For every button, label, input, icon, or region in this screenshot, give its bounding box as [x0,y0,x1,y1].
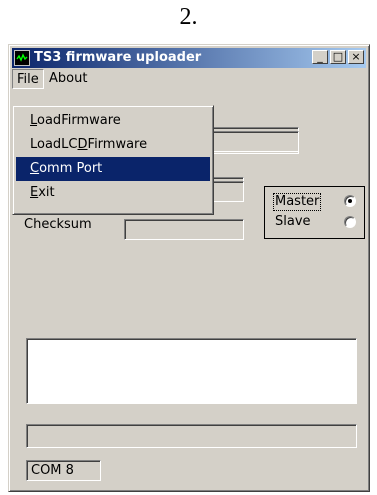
checksum-field[interactable] [124,219,244,240]
radio-selected-dot [348,199,352,203]
menu-bar: File About [12,69,366,89]
progress-bar [26,424,357,448]
master-radio[interactable] [344,195,356,207]
app-window: TS3 firmware uploader _ □ × File About C… [8,44,370,492]
mode-group: Master Slave [264,186,365,239]
master-label[interactable]: Master [273,193,322,211]
checksum-label: Checksum [24,217,92,232]
slave-label[interactable]: Slave [275,214,311,230]
file-menu-dropdown: LoadFirmware LoadLCDFirmware Comm Port E… [12,105,214,215]
app-icon [14,50,30,66]
step-number-label: 2. [179,4,198,30]
menu-item-exit[interactable]: Exit [16,181,210,205]
menu-item-load-firmware[interactable]: LoadFirmware [16,109,210,133]
menu-item-comm-port[interactable]: Comm Port [16,157,210,181]
menu-about[interactable]: About [45,69,91,89]
log-textbox[interactable] [26,338,357,404]
title-bar[interactable]: TS3 firmware uploader _ □ × [12,48,366,68]
minimize-button[interactable]: _ [312,50,328,64]
slave-radio[interactable] [344,216,356,228]
menu-item-load-lcd-firmware[interactable]: LoadLCDFirmware [16,133,210,157]
maximize-button[interactable]: □ [330,50,346,64]
comm-port-status: COM 8 [31,463,74,478]
window-title: TS3 firmware uploader [34,50,202,65]
menu-file[interactable]: File [12,69,44,89]
close-button[interactable]: × [348,50,364,64]
status-panel: COM 8 [26,460,101,481]
